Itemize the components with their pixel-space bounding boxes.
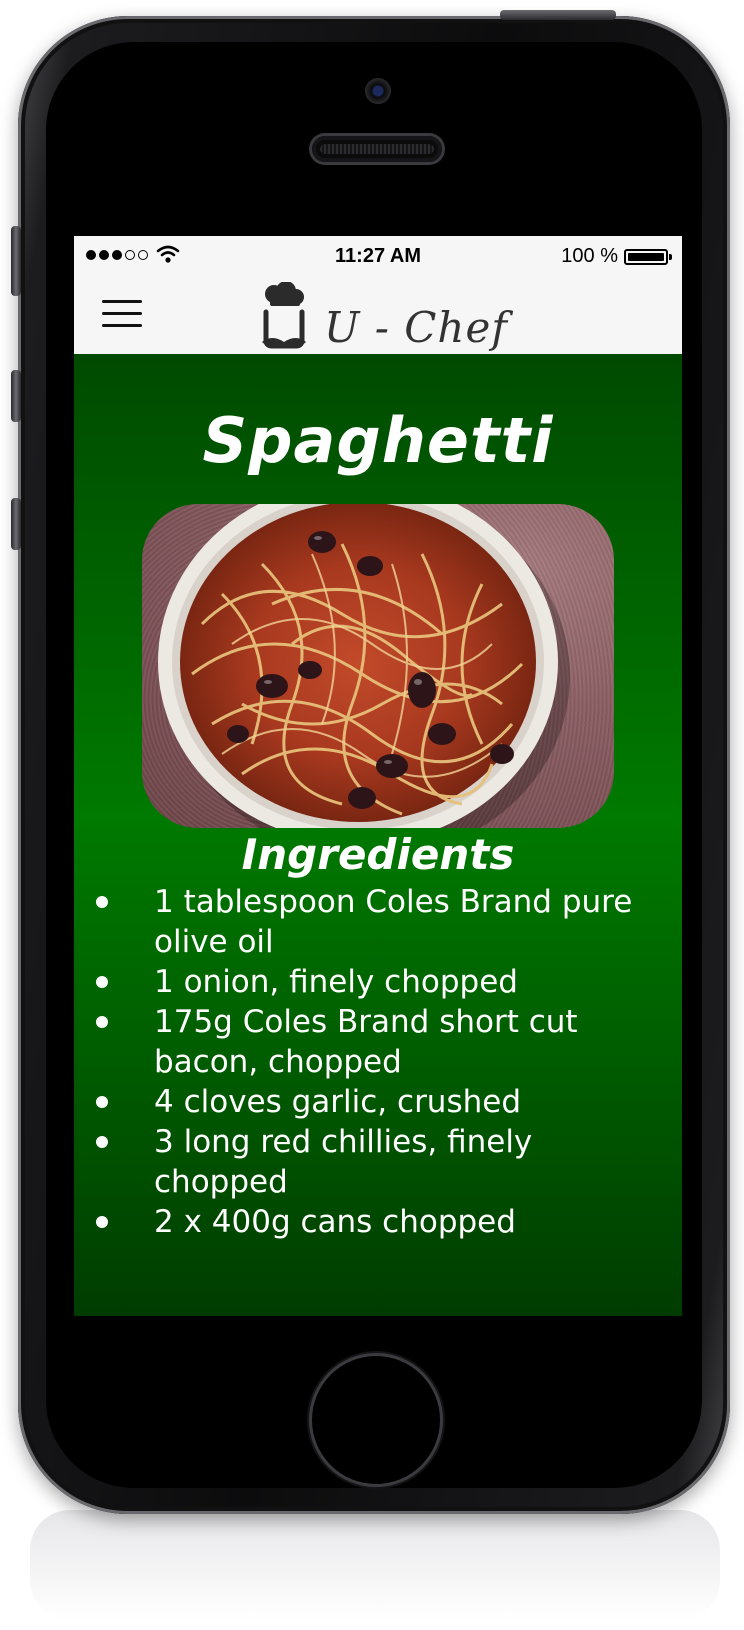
battery-percentage: 100 % bbox=[561, 245, 618, 267]
dish-photo bbox=[142, 504, 614, 828]
app-name: U - Chef bbox=[324, 303, 508, 352]
hamburger-menu-icon[interactable] bbox=[102, 300, 142, 328]
volume-up-button bbox=[11, 370, 21, 422]
chef-hat-mustache-icon bbox=[262, 282, 306, 349]
mute-switch bbox=[11, 226, 21, 296]
spaghetti-bowl-illustration bbox=[158, 504, 570, 828]
status-bar: 11:27 AM 100 % bbox=[74, 236, 682, 276]
ingredient-item: 1 tablespoon Coles Brand pure olive oil bbox=[74, 882, 682, 962]
power-button bbox=[500, 10, 616, 20]
app-screen: 11:27 AM 100 % U - Chef Spaghetti Ingred… bbox=[74, 236, 682, 1316]
volume-down-button bbox=[11, 498, 21, 550]
app-header: U - Chef bbox=[74, 276, 682, 354]
recipe-title: Spaghetti bbox=[202, 404, 554, 477]
ingredient-item: 2 x 400g cans chopped bbox=[74, 1202, 682, 1242]
ingredient-item: 1 onion, finely chopped bbox=[74, 962, 682, 1002]
battery-level bbox=[628, 253, 664, 261]
front-camera bbox=[365, 78, 391, 104]
phone-reflection bbox=[30, 1510, 720, 1620]
home-button[interactable] bbox=[312, 1356, 440, 1484]
app-logo: U - Chef bbox=[252, 280, 508, 354]
battery-icon bbox=[624, 249, 672, 265]
ingredient-item: 175g Coles Brand short cut bacon, choppe… bbox=[74, 1002, 682, 1082]
earpiece-speaker bbox=[312, 136, 442, 162]
ingredient-item: 4 cloves garlic, crushed bbox=[74, 1082, 682, 1122]
ingredients-heading: Ingredients bbox=[241, 830, 515, 879]
recipe-content: Spaghetti Ingredients 1 tablespoon Coles… bbox=[74, 354, 682, 1316]
ingredients-list: 1 tablespoon Coles Brand pure olive oil … bbox=[74, 882, 682, 1242]
ingredient-item: 3 long red chillies, finely chopped bbox=[74, 1122, 682, 1202]
